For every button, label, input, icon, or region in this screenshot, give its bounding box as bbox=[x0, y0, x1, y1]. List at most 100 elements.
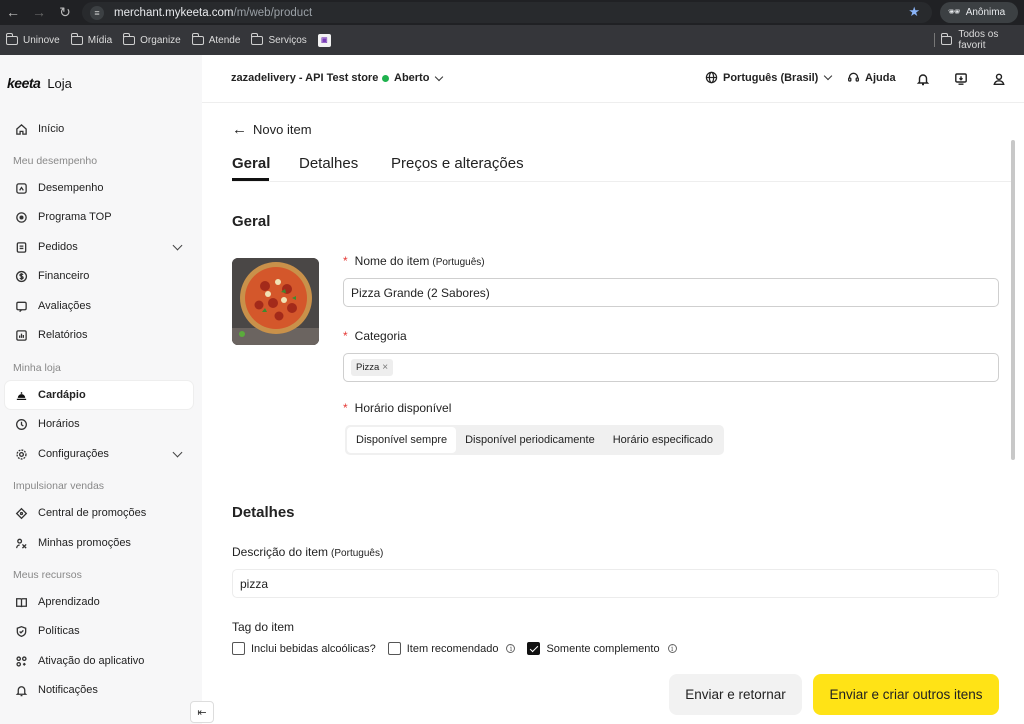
bookmark-favicon[interactable]: ▣ bbox=[317, 33, 331, 47]
tab-geral[interactable]: Geral bbox=[232, 155, 270, 172]
back-button[interactable]: ← Novo item bbox=[232, 121, 312, 138]
status-dot bbox=[382, 74, 389, 82]
user-account-icon[interactable] bbox=[991, 71, 1007, 87]
store-status-dropdown[interactable]: Aberto bbox=[382, 72, 444, 84]
sidebar-item-notificacoes[interactable]: Notificações bbox=[5, 676, 193, 704]
tab-detalhes[interactable]: Detalhes bbox=[299, 155, 358, 172]
remove-chip-icon[interactable]: × bbox=[382, 362, 388, 373]
sidebar-item-label: Horários bbox=[38, 418, 80, 430]
forward-arrow-icon[interactable]: → bbox=[29, 2, 49, 22]
folder-icon bbox=[6, 32, 18, 45]
sidebar-item-minhas-promocoes[interactable]: Minhas promoções bbox=[5, 529, 193, 557]
home-icon bbox=[15, 123, 28, 136]
book-icon bbox=[15, 596, 28, 609]
site-info-icon[interactable]: ≡ bbox=[90, 5, 104, 20]
language-label: Português (Brasil) bbox=[723, 71, 819, 84]
browser-toolbar: ← → ↻ ≡ merchant.mykeeta.com/m/web/produ… bbox=[0, 0, 1024, 25]
apps-icon bbox=[15, 655, 28, 668]
option-horario-especificado[interactable]: Horário especificado bbox=[604, 427, 722, 453]
sidebar-item-aprendizado[interactable]: Aprendizado bbox=[5, 588, 193, 616]
help-label: Ajuda bbox=[865, 71, 896, 84]
bookmark-star-icon[interactable]: ★ bbox=[908, 4, 920, 20]
download-app-icon[interactable] bbox=[953, 71, 969, 87]
sidebar-item-cardapio[interactable]: Cardápio bbox=[5, 381, 193, 409]
sidebar-item-configuracoes[interactable]: Configurações bbox=[5, 440, 193, 468]
sidebar-item-label: Avaliações bbox=[38, 300, 91, 312]
sidebar-item-label: Financeiro bbox=[38, 270, 90, 282]
sidebar-item-desempenho[interactable]: Desempenho bbox=[5, 174, 193, 202]
clock-icon bbox=[15, 418, 28, 431]
description-input[interactable]: pizza bbox=[232, 569, 999, 598]
sidebar-item-programa-top[interactable]: Programa TOP bbox=[5, 203, 193, 231]
bookmark-folder[interactable]: Uninove bbox=[6, 32, 60, 46]
incognito-icon: 🕶 bbox=[948, 7, 961, 18]
tag-checkbox-alcohol[interactable]: Inclui bebidas alcoólicas? bbox=[232, 642, 376, 655]
info-icon[interactable]: i bbox=[667, 644, 677, 653]
notifications-bell-icon[interactable] bbox=[915, 71, 931, 87]
checkbox[interactable] bbox=[232, 642, 245, 655]
language-selector[interactable]: Português (Brasil) bbox=[705, 71, 833, 84]
section-label: Minha loja bbox=[13, 362, 61, 374]
tag-checkbox-complement-only[interactable]: Somente complemento i bbox=[527, 642, 677, 655]
category-select[interactable]: Pizza × bbox=[343, 353, 999, 382]
bookmarks-bar: Uninove Mídia Organize Atende Serviços ▣… bbox=[0, 25, 1024, 55]
bookmark-folder[interactable]: Atende bbox=[191, 32, 240, 46]
submit-and-create-button[interactable]: Enviar e criar outros itens bbox=[813, 674, 999, 715]
sidebar-item-ativacao[interactable]: Ativação do aplicativo bbox=[5, 647, 193, 675]
brand-suffix: Loja bbox=[47, 75, 72, 91]
tab-precos[interactable]: Preços e alterações bbox=[391, 155, 524, 172]
incognito-profile-button[interactable]: 🕶 Anônima bbox=[940, 2, 1018, 23]
category-chip: Pizza × bbox=[351, 359, 394, 376]
info-icon[interactable]: i bbox=[506, 644, 516, 653]
sidebar-item-politicas[interactable]: Políticas bbox=[5, 617, 193, 645]
pizza-image bbox=[232, 258, 319, 345]
folder-icon bbox=[251, 32, 264, 45]
profile-label: Anônima bbox=[965, 7, 1006, 18]
tag-checkbox-recommended[interactable]: Item recomendado i bbox=[387, 642, 516, 655]
bookmark-folder[interactable]: Serviços bbox=[251, 32, 307, 46]
section-label: Meu desempenho bbox=[13, 155, 98, 167]
chevron-down-icon bbox=[435, 72, 444, 81]
folder-icon bbox=[191, 32, 204, 45]
option-disponivel-sempre[interactable]: Disponível sempre bbox=[347, 427, 457, 453]
collapse-sidebar-button[interactable]: ⇤ bbox=[190, 701, 214, 723]
arrow-left-icon: ← bbox=[232, 121, 247, 138]
sidebar-item-label: Notificações bbox=[38, 684, 98, 696]
sidebar-item-relatorios[interactable]: Relatórios bbox=[5, 321, 193, 349]
sidebar-item-label: Políticas bbox=[38, 625, 80, 637]
scrollbar[interactable] bbox=[1011, 140, 1015, 460]
sidebar-item-label: Início bbox=[38, 123, 65, 135]
back-arrow-icon[interactable]: ← bbox=[3, 2, 23, 22]
help-button[interactable]: Ajuda bbox=[847, 71, 896, 84]
all-bookmarks-folder[interactable]: Todos os favorit bbox=[934, 25, 1024, 55]
brand-logo[interactable]: keeta Loja bbox=[7, 75, 72, 91]
sidebar-item-central-promocoes[interactable]: Central de promoções bbox=[5, 499, 193, 527]
page-title: Novo item bbox=[253, 122, 312, 137]
sidebar-item-pedidos[interactable]: Pedidos bbox=[5, 233, 193, 261]
sidebar-item-label: Aprendizado bbox=[38, 596, 100, 608]
sidebar-item-inicio[interactable]: Início bbox=[5, 115, 193, 143]
option-disponivel-periodicamente[interactable]: Disponível periodicamente bbox=[456, 427, 604, 453]
item-name-input[interactable]: Pizza Grande (2 Sabores) bbox=[343, 278, 999, 307]
reload-icon[interactable]: ↻ bbox=[55, 2, 75, 22]
address-bar[interactable]: ≡ merchant.mykeeta.com/m/web/product ★ bbox=[82, 2, 932, 23]
bookmark-folder[interactable]: Organize bbox=[123, 32, 181, 46]
sidebar-item-horarios[interactable]: Horários bbox=[5, 410, 193, 438]
url-text: merchant.mykeeta.com/m/web/product bbox=[114, 6, 313, 19]
checkbox-checked[interactable] bbox=[527, 642, 541, 655]
bookmark-folder[interactable]: Mídia bbox=[70, 32, 112, 46]
folder-icon bbox=[70, 32, 83, 45]
chevron-down-icon bbox=[172, 240, 183, 251]
promotion-icon bbox=[15, 537, 28, 550]
tag-icon bbox=[15, 507, 28, 520]
sidebar-item-avaliacoes[interactable]: Avaliações bbox=[5, 292, 193, 320]
submit-and-return-button[interactable]: Enviar e retornar bbox=[669, 674, 802, 715]
gear-icon bbox=[15, 448, 28, 461]
availability-label: * Horário disponível bbox=[343, 401, 452, 415]
checkbox[interactable] bbox=[387, 642, 401, 655]
tag-label: Tag do item bbox=[232, 620, 295, 634]
sidebar-item-financeiro[interactable]: Financeiro bbox=[5, 262, 193, 290]
target-icon bbox=[15, 211, 28, 224]
item-photo[interactable] bbox=[232, 258, 319, 345]
sidebar-item-label: Relatórios bbox=[38, 329, 88, 341]
